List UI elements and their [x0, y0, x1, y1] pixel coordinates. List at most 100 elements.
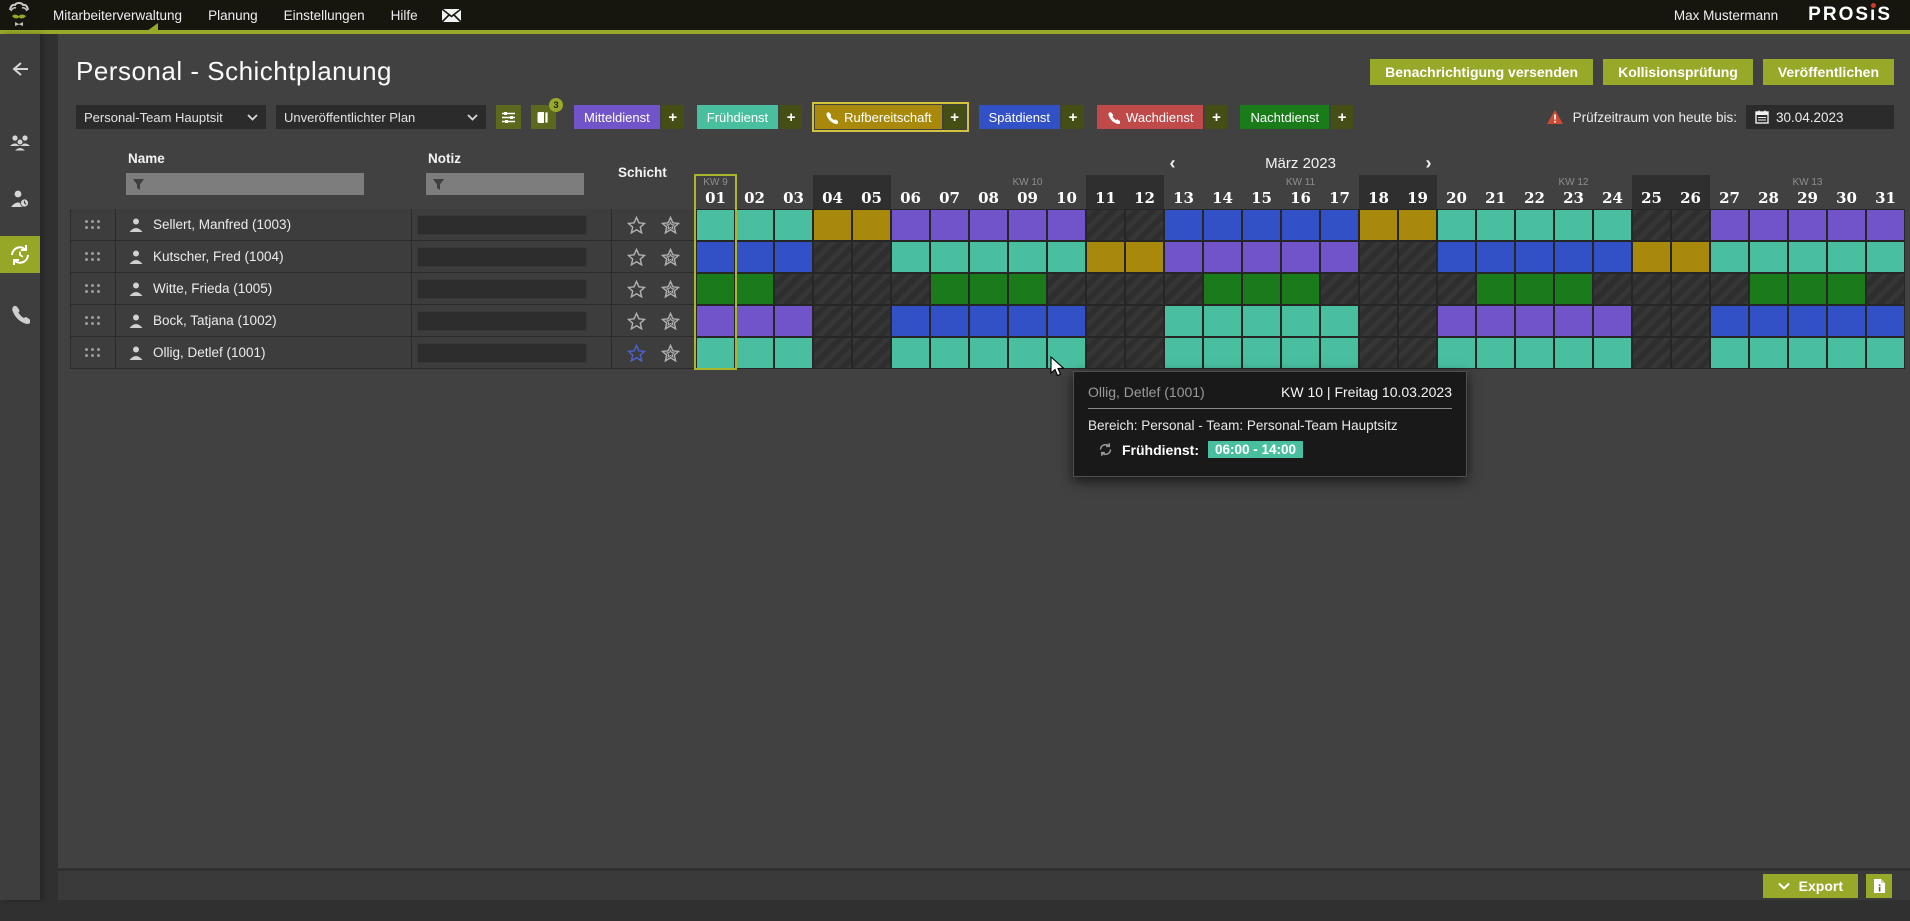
shift-cell[interactable]: [1437, 209, 1476, 241]
shift-cell[interactable]: [1710, 337, 1749, 369]
shift-cell[interactable]: [1710, 209, 1749, 241]
shift-cell[interactable]: [1866, 305, 1905, 337]
day-header-13[interactable]: 13: [1164, 175, 1203, 209]
menu-item-3[interactable]: Hilfe: [378, 8, 431, 23]
shift-cell[interactable]: [969, 209, 1008, 241]
drag-handle[interactable]: [70, 305, 116, 337]
action-button-0[interactable]: Benachrichtigung versenden: [1370, 58, 1594, 85]
team-select[interactable]: Personal-Team Hauptsit: [76, 105, 266, 129]
empty-shift-cell[interactable]: [891, 273, 930, 305]
day-header-23[interactable]: KW 12 23: [1554, 175, 1593, 209]
empty-shift-cell[interactable]: [1710, 273, 1749, 305]
shift-cell[interactable]: [1554, 273, 1593, 305]
drag-handle[interactable]: [70, 273, 116, 305]
shift-cell[interactable]: [852, 209, 891, 241]
drag-handle[interactable]: [70, 209, 116, 241]
shift-cell[interactable]: [1242, 273, 1281, 305]
star-icon[interactable]: [627, 247, 646, 266]
day-header-25[interactable]: 25: [1632, 175, 1671, 209]
plan-select[interactable]: Unveröffentlichter Plan: [276, 105, 486, 129]
shift-cell[interactable]: [1515, 241, 1554, 273]
shift-cell[interactable]: [1671, 241, 1710, 273]
day-header-12[interactable]: 12: [1125, 175, 1164, 209]
shift-cell[interactable]: [1008, 241, 1047, 273]
shift-cell[interactable]: [1242, 241, 1281, 273]
day-header-15[interactable]: 15: [1242, 175, 1281, 209]
shift-cell[interactable]: [1203, 209, 1242, 241]
shift-cell[interactable]: [1515, 305, 1554, 337]
shift-cell[interactable]: [1047, 241, 1086, 273]
empty-shift-cell[interactable]: [1125, 337, 1164, 369]
empty-shift-cell[interactable]: [1398, 305, 1437, 337]
shift-type-chip[interactable]: Nachtdienst: [1240, 105, 1330, 129]
shift-cell[interactable]: [1320, 209, 1359, 241]
shift-cell[interactable]: [1008, 337, 1047, 369]
menu-item-1[interactable]: Planung: [195, 8, 271, 23]
empty-shift-cell[interactable]: [1125, 305, 1164, 337]
shift-cell[interactable]: [1593, 241, 1632, 273]
shift-cell[interactable]: [1242, 337, 1281, 369]
shift-cell[interactable]: [696, 337, 735, 369]
add-shift-icon[interactable]: +: [661, 105, 684, 129]
shift-cell[interactable]: [1281, 209, 1320, 241]
shift-cell[interactable]: [1749, 241, 1788, 273]
shift-type-chip[interactable]: Wachdienst: [1097, 105, 1204, 129]
drag-handle[interactable]: [70, 337, 116, 369]
note-input[interactable]: [417, 246, 587, 267]
export-info-icon[interactable]: [1866, 873, 1892, 898]
mail-icon[interactable]: [441, 7, 462, 23]
star-plus-icon[interactable]: [661, 215, 680, 234]
shift-cell[interactable]: [774, 337, 813, 369]
empty-shift-cell[interactable]: [852, 273, 891, 305]
day-header-22[interactable]: 22: [1515, 175, 1554, 209]
shift-cell[interactable]: [735, 241, 774, 273]
shift-cell[interactable]: [735, 273, 774, 305]
empty-shift-cell[interactable]: [1125, 273, 1164, 305]
action-button-2[interactable]: Veröffentlichen: [1762, 58, 1894, 85]
empty-shift-cell[interactable]: [1086, 305, 1125, 337]
shift-cell[interactable]: [1476, 241, 1515, 273]
shift-cell[interactable]: [1476, 273, 1515, 305]
empty-shift-cell[interactable]: [1671, 273, 1710, 305]
day-header-17[interactable]: 17: [1320, 175, 1359, 209]
shift-cell[interactable]: [1398, 209, 1437, 241]
star-icon[interactable]: [627, 311, 646, 330]
add-shift-icon[interactable]: +: [1062, 105, 1085, 129]
shift-cell[interactable]: [1281, 273, 1320, 305]
shift-cell[interactable]: [1827, 337, 1866, 369]
shift-cell[interactable]: [1047, 209, 1086, 241]
shift-cell[interactable]: [1281, 337, 1320, 369]
prev-month-icon[interactable]: ‹: [1170, 154, 1176, 172]
day-header-30[interactable]: 30: [1827, 175, 1866, 209]
menu-item-2[interactable]: Einstellungen: [271, 8, 378, 23]
star-plus-icon[interactable]: [661, 311, 680, 330]
shift-cell[interactable]: [1788, 209, 1827, 241]
empty-shift-cell[interactable]: [1086, 209, 1125, 241]
shift-cell[interactable]: [1554, 209, 1593, 241]
shift-cell[interactable]: [969, 273, 1008, 305]
shift-cell[interactable]: [1164, 305, 1203, 337]
shift-cell[interactable]: [1437, 337, 1476, 369]
shift-cell[interactable]: [1476, 209, 1515, 241]
empty-shift-cell[interactable]: [1398, 337, 1437, 369]
shift-cell[interactable]: [696, 305, 735, 337]
shift-cell[interactable]: [1203, 337, 1242, 369]
shift-cell[interactable]: [969, 241, 1008, 273]
day-header-24[interactable]: 24: [1593, 175, 1632, 209]
shift-cell[interactable]: [1008, 273, 1047, 305]
shift-cell[interactable]: [1593, 305, 1632, 337]
empty-shift-cell[interactable]: [1164, 273, 1203, 305]
drag-handle[interactable]: [70, 241, 116, 273]
shift-cell[interactable]: [1788, 273, 1827, 305]
shift-cell[interactable]: [1827, 273, 1866, 305]
person-clock-icon[interactable]: [0, 182, 40, 216]
shift-cell[interactable]: [891, 337, 930, 369]
shift-cell[interactable]: [930, 209, 969, 241]
shift-cell[interactable]: [1554, 305, 1593, 337]
add-shift-icon[interactable]: +: [1205, 105, 1228, 129]
shift-cell[interactable]: [1749, 273, 1788, 305]
empty-shift-cell[interactable]: [1437, 273, 1476, 305]
shift-cell[interactable]: [735, 305, 774, 337]
shift-cell[interactable]: [1320, 305, 1359, 337]
day-header-21[interactable]: 21: [1476, 175, 1515, 209]
